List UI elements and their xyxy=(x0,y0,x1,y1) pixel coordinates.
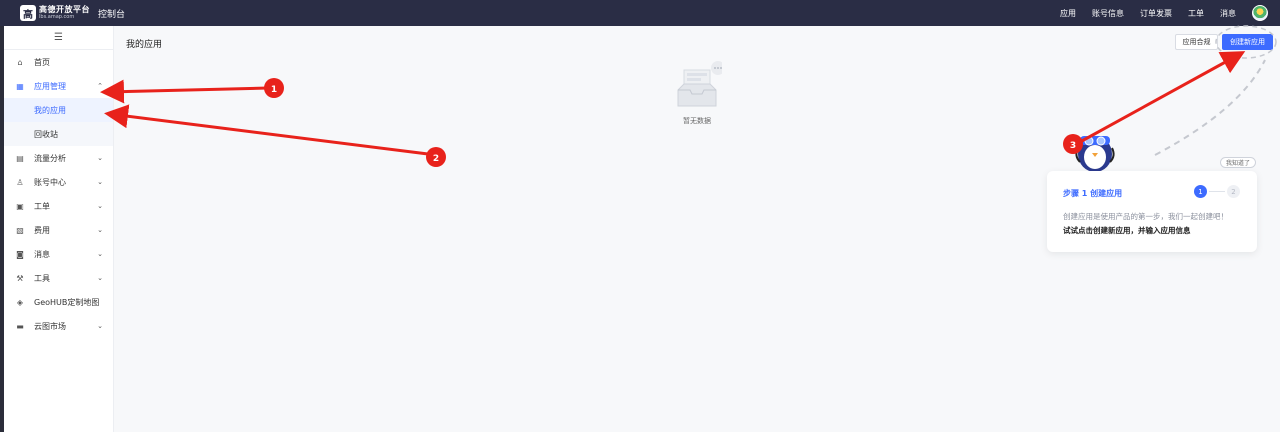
logo-subtitle: lbs.amap.com xyxy=(39,14,75,20)
wallet-icon: ▧ xyxy=(16,225,24,235)
sidebar-item-label: 云图市场 xyxy=(34,321,66,331)
top-nav-links: 应用 账号信息 订单发票 工单 消息 xyxy=(1060,8,1236,19)
amap-logo[interactable]: 高 高德开放平台 lbs.amap.com xyxy=(20,4,90,22)
ticket-icon: ▣ xyxy=(16,201,24,211)
main-content: 我的应用 应用合规 创建新应用 暂无数据 我知道了 步骤 1 创建应用 1 2 … xyxy=(115,26,1280,432)
sidebar-item-account-center[interactable]: ♙ 账号中心 ⌄ xyxy=(4,170,113,194)
store-icon: ▬ xyxy=(16,321,24,331)
layers-icon: ◈ xyxy=(16,297,24,307)
mascot-penguin-icon xyxy=(1075,136,1115,172)
sidebar-item-label: 费用 xyxy=(34,225,50,235)
nav-account-info[interactable]: 账号信息 xyxy=(1092,8,1124,19)
guide-instruction: 试试点击创建新应用，并输入应用信息 xyxy=(1063,226,1191,235)
page-title: 我的应用 xyxy=(126,40,163,50)
sidebar: ☰ ⌂ 首页 ▦ 应用管理 ⌃ 我的应用 回收站 ▤ 流量分析 ⌄ ♙ 账号中心… xyxy=(4,26,114,432)
sidebar-item-app-management[interactable]: ▦ 应用管理 ⌃ xyxy=(4,74,113,98)
chevron-down-icon: ⌄ xyxy=(97,178,103,186)
onboarding-guide-card: 步骤 1 创建应用 1 2 创建应用是使用产品的第一步，我们一起创建吧！ 试试点… xyxy=(1047,171,1257,252)
nav-apps[interactable]: 应用 xyxy=(1060,8,1076,19)
sidebar-item-messages[interactable]: ◙ 消息 ⌄ xyxy=(4,242,113,266)
logo-title: 高德开放平台 xyxy=(39,5,90,14)
empty-state-label: 暂无数据 xyxy=(683,117,711,125)
sidebar-item-home[interactable]: ⌂ 首页 xyxy=(4,50,113,74)
sidebar-item-tools[interactable]: ⚒ 工具 ⌄ xyxy=(4,266,113,290)
grid-icon: ▦ xyxy=(16,81,24,91)
sidebar-item-billing[interactable]: ▧ 费用 ⌄ xyxy=(4,218,113,242)
nav-tickets[interactable]: 工单 xyxy=(1188,8,1204,19)
logo-mark-icon: 高 xyxy=(20,5,36,21)
guide-step-indicator-2: 2 xyxy=(1227,185,1240,198)
chevron-down-icon: ⌄ xyxy=(97,250,103,258)
chevron-up-icon: ⌃ xyxy=(97,82,103,90)
chevron-down-icon: ⌄ xyxy=(97,274,103,282)
guide-step-connector xyxy=(1209,191,1225,192)
chevron-down-icon: ⌄ xyxy=(97,226,103,234)
user-avatar[interactable] xyxy=(1252,5,1268,21)
sidebar-item-label: GeoHUB定制地图 xyxy=(34,297,100,307)
nav-messages[interactable]: 消息 xyxy=(1220,8,1236,19)
create-app-button[interactable]: 创建新应用 xyxy=(1222,34,1273,50)
sidebar-item-label: 账号中心 xyxy=(34,177,66,187)
guide-step-title: 步骤 1 创建应用 xyxy=(1063,189,1123,198)
nav-orders-invoices[interactable]: 订单发票 xyxy=(1140,8,1172,19)
sidebar-item-traffic-analysis[interactable]: ▤ 流量分析 ⌄ xyxy=(4,146,113,170)
sidebar-item-label: 应用管理 xyxy=(34,81,66,91)
console-title[interactable]: 控制台 xyxy=(98,7,125,20)
sidebar-item-recycle-bin[interactable]: 回收站 xyxy=(4,122,113,146)
guide-description: 创建应用是使用产品的第一步，我们一起创建吧！ xyxy=(1063,212,1228,221)
sidebar-item-label: 消息 xyxy=(34,249,50,259)
chart-icon: ▤ xyxy=(16,153,24,163)
sidebar-item-tickets[interactable]: ▣ 工单 ⌄ xyxy=(4,194,113,218)
guide-step-indicator-1: 1 xyxy=(1194,185,1207,198)
chevron-down-icon: ⌄ xyxy=(97,202,103,210)
user-icon: ♙ xyxy=(16,177,24,187)
menu-collapse-icon[interactable]: ☰ xyxy=(4,26,113,50)
sidebar-item-label: 工单 xyxy=(34,201,50,211)
message-icon: ◙ xyxy=(16,249,24,259)
sidebar-item-label: 工具 xyxy=(34,273,50,283)
sidebar-item-label: 流量分析 xyxy=(34,153,66,163)
empty-state: 暂无数据 xyxy=(672,60,725,125)
sidebar-item-geohub[interactable]: ◈ GeoHUB定制地图 xyxy=(4,290,113,314)
chevron-down-icon: ⌄ xyxy=(97,154,103,162)
got-it-button[interactable]: 我知道了 xyxy=(1220,157,1256,168)
tool-icon: ⚒ xyxy=(16,273,24,283)
empty-inbox-icon xyxy=(677,61,725,107)
home-icon: ⌂ xyxy=(17,57,23,67)
sidebar-item-cloud-market[interactable]: ▬ 云图市场 ⌄ xyxy=(4,314,113,338)
sidebar-item-my-apps[interactable]: 我的应用 xyxy=(4,98,113,122)
app-compliance-button[interactable]: 应用合规 xyxy=(1175,34,1218,50)
sidebar-item-label: 首页 xyxy=(34,57,50,67)
top-navigation-bar: 高 高德开放平台 lbs.amap.com 控制台 应用 账号信息 订单发票 工… xyxy=(0,0,1280,26)
chevron-down-icon: ⌄ xyxy=(97,322,103,330)
